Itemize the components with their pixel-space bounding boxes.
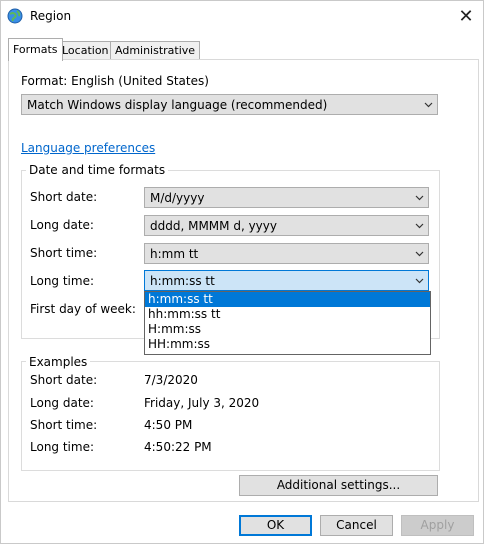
option-long-time[interactable]: H:mm:ss	[145, 322, 430, 337]
chevron-down-icon	[415, 223, 424, 229]
short-date-dropdown[interactable]: M/d/yyyy	[144, 187, 429, 208]
short-time-label: Short time:	[30, 246, 98, 260]
example-long-time-label: Long time:	[30, 440, 95, 454]
close-icon[interactable]: ✕	[453, 4, 479, 30]
short-time-dropdown[interactable]: h:mm tt	[144, 243, 429, 264]
format-dropdown[interactable]: Match Windows display language (recommen…	[21, 94, 438, 115]
region-dialog: Region ✕ Formats Location Administrative…	[0, 0, 484, 544]
option-long-time[interactable]: hh:mm:ss tt	[145, 307, 430, 322]
example-short-date-value: 7/3/2020	[144, 373, 198, 387]
long-date-label: Long date:	[30, 218, 94, 232]
examples-title: Examples	[26, 355, 91, 369]
short-time-value: h:mm tt	[150, 247, 199, 261]
cancel-button[interactable]: Cancel	[320, 515, 393, 536]
ok-button[interactable]: OK	[239, 515, 312, 536]
option-long-time[interactable]: h:mm:ss tt	[145, 292, 430, 307]
tab-location[interactable]: Location	[57, 41, 114, 60]
example-short-time-value: 4:50 PM	[144, 418, 193, 432]
example-long-time-value: 4:50:22 PM	[144, 440, 212, 454]
window-title: Region	[30, 9, 72, 23]
long-time-label: Long time:	[30, 274, 95, 288]
chevron-down-icon	[424, 102, 433, 108]
title-bar: Region ✕	[1, 1, 483, 32]
additional-settings-button[interactable]: Additional settings...	[239, 475, 438, 496]
chevron-down-icon	[415, 251, 424, 257]
example-long-date-value: Friday, July 3, 2020	[144, 396, 260, 410]
chevron-down-icon	[415, 195, 424, 201]
first-day-label: First day of week:	[30, 302, 136, 316]
apply-button[interactable]: Apply	[401, 515, 474, 536]
tab-formats[interactable]: Formats	[8, 38, 63, 61]
long-time-options-list: h:mm:ss tt hh:mm:ss tt H:mm:ss HH:mm:ss	[144, 291, 431, 355]
datetime-group-title: Date and time formats	[26, 163, 169, 177]
chevron-down-icon	[415, 278, 424, 284]
language-preferences-link[interactable]: Language preferences	[21, 141, 155, 155]
short-date-label: Short date:	[30, 190, 98, 204]
example-short-time-label: Short time:	[30, 418, 98, 432]
long-time-value: h:mm:ss tt	[150, 274, 215, 288]
long-date-dropdown[interactable]: dddd, MMMM d, yyyy	[144, 215, 429, 236]
globe-icon	[7, 8, 23, 24]
short-date-value: M/d/yyyy	[150, 191, 205, 205]
option-long-time[interactable]: HH:mm:ss	[145, 337, 430, 352]
long-date-value: dddd, MMMM d, yyyy	[150, 219, 277, 233]
example-long-date-label: Long date:	[30, 396, 94, 410]
format-value: Match Windows display language (recommen…	[27, 98, 328, 112]
format-label: Format: English (United States)	[21, 74, 209, 88]
long-time-dropdown[interactable]: h:mm:ss tt	[144, 270, 429, 291]
example-short-date-label: Short date:	[30, 373, 98, 387]
tab-administrative[interactable]: Administrative	[110, 41, 201, 60]
